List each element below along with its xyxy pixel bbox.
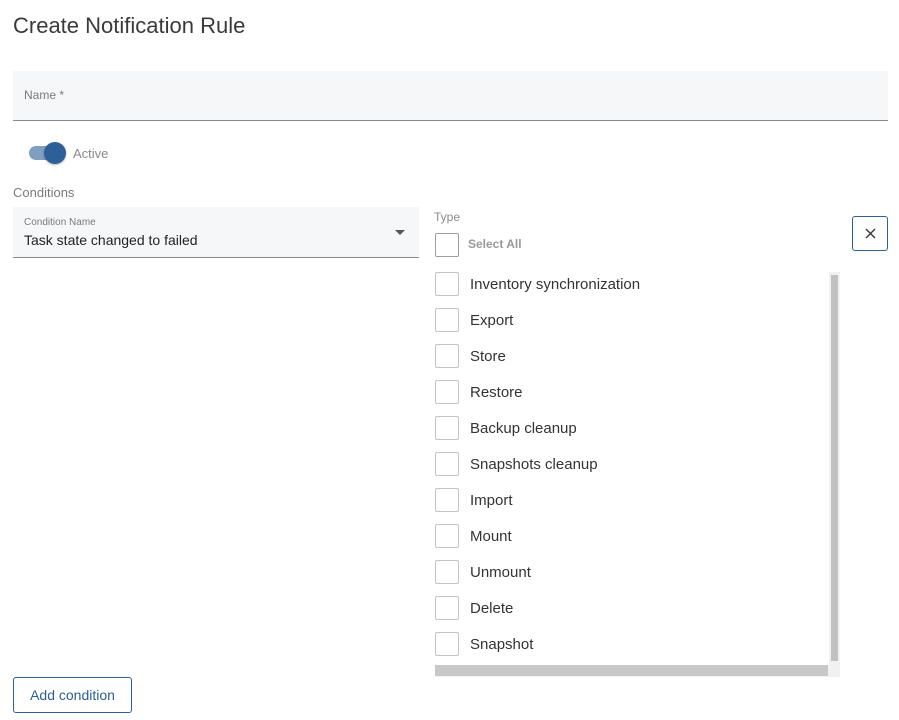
type-item-checkbox[interactable] <box>435 308 459 332</box>
toggle-thumb <box>44 142 66 164</box>
chevron-down-icon <box>395 230 405 235</box>
vertical-scrollbar-thumb[interactable] <box>831 275 838 661</box>
type-item-inventory-synchronization[interactable]: Inventory synchronization <box>435 272 825 300</box>
condition-name-select[interactable]: Condition Name Task state changed to fai… <box>13 207 419 258</box>
type-item-label: Snapshot <box>470 636 534 653</box>
conditions-section-label: Conditions <box>13 185 75 200</box>
type-item-checkbox[interactable] <box>435 452 459 476</box>
type-item-snapshot[interactable]: Snapshot <box>435 632 825 660</box>
type-item-snapshots-cleanup[interactable]: Snapshots cleanup <box>435 452 825 480</box>
type-item-label: Store <box>470 348 506 365</box>
type-item-label: Backup cleanup <box>470 420 577 437</box>
select-all-label: Select All <box>468 237 522 251</box>
type-item-checkbox[interactable] <box>435 596 459 620</box>
condition-name-label: Condition Name <box>24 217 96 228</box>
type-item-label: Snapshots cleanup <box>470 456 598 473</box>
type-item-unmount[interactable]: Unmount <box>435 560 825 588</box>
active-toggle-label: Active <box>73 146 109 161</box>
type-item-label: Import <box>470 492 513 509</box>
type-item-backup-cleanup[interactable]: Backup cleanup <box>435 416 825 444</box>
type-list[interactable]: Inventory synchronization Export Store R… <box>435 272 840 677</box>
type-item-checkbox[interactable] <box>435 524 459 548</box>
type-item-label: Mount <box>470 528 512 545</box>
page-title: Create Notification Rule <box>13 13 246 38</box>
type-item-delete[interactable]: Delete <box>435 596 825 624</box>
name-field[interactable]: Name * <box>13 71 888 121</box>
type-item-label: Inventory synchronization <box>470 276 641 293</box>
type-item-label: Export <box>470 312 514 329</box>
type-item-mount[interactable]: Mount <box>435 524 825 552</box>
active-toggle[interactable] <box>29 142 67 164</box>
close-icon <box>865 228 876 239</box>
type-label: Type <box>434 210 461 224</box>
type-item-checkbox[interactable] <box>435 560 459 584</box>
add-condition-button[interactable]: Add condition <box>13 677 132 713</box>
type-item-export[interactable]: Export <box>435 308 825 336</box>
type-item-checkbox[interactable] <box>435 488 459 512</box>
type-item-checkbox[interactable] <box>435 632 459 656</box>
type-item-label: Unmount <box>470 564 531 581</box>
horizontal-scrollbar-thumb[interactable] <box>435 665 828 676</box>
remove-condition-button[interactable] <box>852 216 888 251</box>
type-item-store[interactable]: Store <box>435 344 825 372</box>
type-item-restore[interactable]: Restore <box>435 380 825 408</box>
type-item-label: Delete <box>470 600 514 617</box>
type-item-label: Restore <box>470 384 523 401</box>
name-field-label: Name * <box>24 88 65 102</box>
condition-name-value: Task state changed to failed <box>24 232 198 248</box>
type-item-import[interactable]: Import <box>435 488 825 516</box>
type-item-checkbox[interactable] <box>435 380 459 404</box>
type-item-checkbox[interactable] <box>435 416 459 440</box>
type-item-checkbox[interactable] <box>435 272 459 296</box>
select-all-checkbox[interactable] <box>435 233 459 257</box>
type-item-checkbox[interactable] <box>435 344 459 368</box>
